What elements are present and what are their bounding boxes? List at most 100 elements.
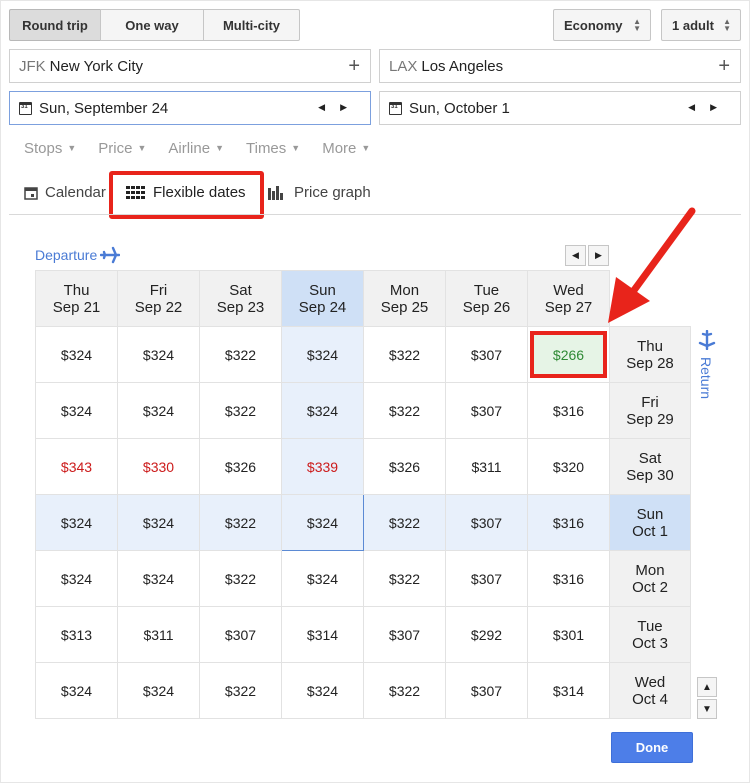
next-date-icon[interactable]: ▶ (710, 102, 732, 112)
return-axis-label: Return (697, 329, 717, 400)
price-cell[interactable]: $307 (445, 326, 528, 383)
price-cell[interactable]: $314 (281, 606, 364, 663)
price-cell[interactable]: $322 (363, 326, 446, 383)
price-cell[interactable]: $324 (281, 382, 364, 439)
tab-price-graph[interactable]: Price graph (268, 184, 371, 201)
price-cell[interactable]: $307 (199, 606, 282, 663)
price-cell[interactable]: $324 (35, 382, 118, 439)
return-date-input[interactable]: Sun, October 1 ◀▶ (379, 91, 741, 125)
cheapest-price-highlight: $266 (530, 331, 607, 378)
annotation-arrow-icon (608, 207, 696, 323)
price-cell[interactable]: $324 (35, 494, 118, 551)
price-cell[interactable]: $322 (363, 550, 446, 607)
origin-name: New York City (49, 57, 144, 75)
price-cell[interactable]: $324 (117, 662, 200, 719)
price-cell[interactable]: $322 (363, 494, 446, 551)
price-cell[interactable]: $324 (35, 326, 118, 383)
price-cell[interactable]: $322 (199, 550, 282, 607)
return-day-header: Tue Oct 3 (609, 606, 691, 663)
price-cell[interactable]: $324 (281, 550, 364, 607)
price-cell[interactable]: $322 (363, 382, 446, 439)
next-return-week-button[interactable]: ▼ (697, 699, 717, 719)
tab-flexible-dates[interactable]: Flexible dates (126, 184, 246, 201)
price-cell[interactable]: $324 (117, 494, 200, 551)
filter-price[interactable]: Price ▼ (98, 140, 146, 157)
price-cell[interactable]: $316 (527, 550, 610, 607)
price-cell[interactable]: $322 (199, 494, 282, 551)
multi-city-button[interactable]: Multi-city (203, 9, 300, 41)
price-cell[interactable]: $343 (35, 438, 118, 495)
departure-label-text: Departure (35, 247, 98, 263)
one-way-button[interactable]: One way (100, 9, 204, 41)
price-cell[interactable]: $307 (363, 606, 446, 663)
plus-icon[interactable]: + (718, 55, 730, 78)
cheapest-price-value: $266 (552, 346, 585, 363)
price-cell[interactable]: $324 (35, 662, 118, 719)
price-cell[interactable]: $324 (35, 550, 118, 607)
price-cell[interactable]: $314 (527, 662, 610, 719)
selected-price-cell[interactable]: $324 (281, 494, 364, 551)
table-row: $313 $311 $307 $314 $307 $292 $301 Tue Oc… (35, 606, 691, 663)
filter-bar: Stops ▼ Price ▼ Airline ▼ Times ▼ More ▼ (24, 140, 392, 157)
next-date-icon[interactable]: ▶ (340, 102, 362, 112)
date-step-arrows[interactable]: ◀▶ (318, 102, 362, 113)
airplane-icon (100, 246, 121, 264)
filter-more[interactable]: More ▼ (322, 140, 370, 157)
tab-calendar[interactable]: Calendar (24, 184, 106, 201)
round-trip-button[interactable]: Round trip (9, 9, 101, 41)
price-cell[interactable]: $301 (527, 606, 610, 663)
filter-times[interactable]: Times ▼ (246, 140, 300, 157)
passengers-dropdown[interactable]: 1 adult ▲ ▼ (661, 9, 741, 41)
price-cell[interactable]: $307 (445, 550, 528, 607)
price-cell[interactable]: $322 (199, 662, 282, 719)
filter-label: Airline (168, 140, 211, 157)
price-cell[interactable]: $311 (117, 606, 200, 663)
price-cell[interactable]: $339 (281, 438, 364, 495)
price-cell[interactable]: $324 (117, 382, 200, 439)
departure-day-header: Thu Sep 21 (35, 270, 118, 327)
price-cell[interactable]: $330 (117, 438, 200, 495)
caret-down-icon: ▼ (137, 143, 147, 153)
prev-week-button[interactable]: ◀ (565, 245, 586, 266)
price-cell[interactable]: $307 (445, 494, 528, 551)
price-cell[interactable]: $326 (199, 438, 282, 495)
depart-date-input[interactable]: Sun, September 24 ◀▶ (9, 91, 371, 125)
price-cell[interactable]: $326 (363, 438, 446, 495)
price-cell[interactable]: $324 (117, 326, 200, 383)
departure-day-header: Sat Sep 23 (199, 270, 282, 327)
departure-day-header: Wed Sep 27 (527, 270, 610, 327)
filter-stops[interactable]: Stops ▼ (24, 140, 76, 157)
price-cell[interactable]: $311 (445, 438, 528, 495)
destination-input[interactable]: LAX Los Angeles + (379, 49, 741, 83)
price-cell[interactable]: $316 (527, 494, 610, 551)
price-cell[interactable]: $307 (445, 662, 528, 719)
cheapest-price-cell[interactable]: $266 (527, 326, 610, 383)
date-step-arrows[interactable]: ◀▶ (688, 102, 732, 113)
price-cell[interactable]: $324 (117, 550, 200, 607)
done-button[interactable]: Done (611, 732, 693, 763)
bar-chart-icon (268, 185, 283, 200)
departure-day-header: Fri Sep 22 (117, 270, 200, 327)
origin-input[interactable]: JFK New York City + (9, 49, 371, 83)
cabin-class-dropdown[interactable]: Economy ▲ ▼ (553, 9, 651, 41)
price-cell[interactable]: $320 (527, 438, 610, 495)
filter-airline[interactable]: Airline ▼ (168, 140, 224, 157)
table-row: $324 $324 $322 $324 $322 $307 $316 Mon Oc… (35, 550, 691, 607)
return-label-text: Return (698, 357, 714, 400)
price-cell[interactable]: $322 (199, 382, 282, 439)
departure-day-header: Tue Sep 26 (445, 270, 528, 327)
prev-return-week-button[interactable]: ▲ (697, 677, 717, 697)
price-cell[interactable]: $324 (281, 326, 364, 383)
departure-day-header-selected: Sun Sep 24 (281, 270, 364, 327)
price-cell[interactable]: $307 (445, 382, 528, 439)
prev-date-icon[interactable]: ◀ (318, 102, 340, 112)
price-cell[interactable]: $316 (527, 382, 610, 439)
plus-icon[interactable]: + (348, 55, 360, 78)
prev-date-icon[interactable]: ◀ (688, 102, 710, 112)
price-cell[interactable]: $322 (363, 662, 446, 719)
price-cell[interactable]: $292 (445, 606, 528, 663)
price-cell[interactable]: $324 (281, 662, 364, 719)
price-cell[interactable]: $313 (35, 606, 118, 663)
price-cell[interactable]: $322 (199, 326, 282, 383)
filter-label: Times (246, 140, 287, 157)
